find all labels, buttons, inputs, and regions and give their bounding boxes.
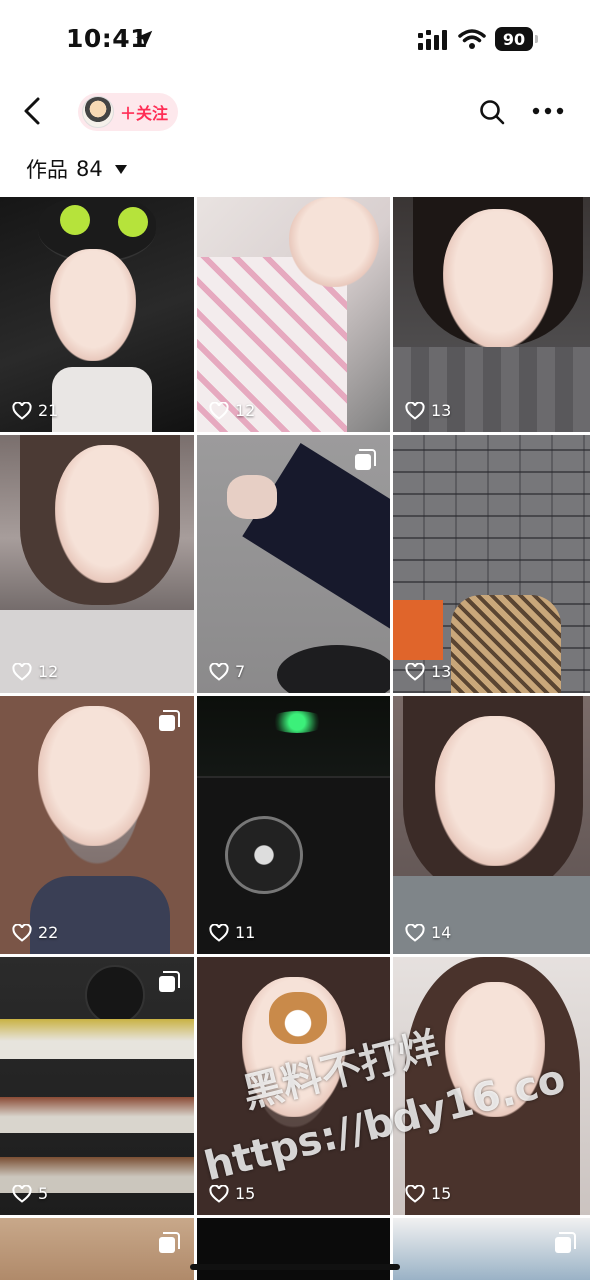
works-count: 84 [76,157,103,181]
avatar [82,96,114,128]
video-tile[interactable] [197,1218,390,1280]
top-nav: ＋关注 [0,86,590,138]
follow-label: ＋关注 [120,104,169,123]
battery-indicator: 90 [495,27,541,51]
video-tile[interactable]: 7 [197,435,390,693]
like-number: 12 [235,401,256,420]
dropdown-caret-icon [114,164,127,174]
multi-image-icon [355,449,376,470]
like-number: 13 [431,401,452,420]
face [38,706,150,846]
heart-icon [405,401,425,420]
like-number: 21 [38,401,59,420]
like-number: 15 [235,1184,256,1203]
heart-icon [209,401,229,420]
heart-icon [12,923,32,942]
like-count: 11 [209,923,255,942]
cat-eye-right [118,207,148,237]
video-tile[interactable] [393,1218,590,1280]
face [443,209,553,349]
heart-icon [405,1184,425,1203]
multi-image-icon [159,971,180,992]
shelf-1 [0,1019,194,1059]
like-number: 22 [38,923,59,942]
like-number: 7 [235,662,246,681]
works-filter[interactable]: 作品 84 [26,154,127,184]
back-arrow-icon[interactable] [20,96,46,126]
like-number: 12 [38,662,59,681]
home-indicator [190,1264,400,1270]
like-number: 13 [431,662,452,681]
sweater [393,876,590,954]
hand [227,475,277,519]
speedometer [225,816,303,894]
face [50,249,136,361]
video-tile[interactable]: 22 [0,696,194,954]
shoe [277,645,390,693]
like-count: 15 [405,1184,451,1203]
status-bar: 10:41 90 [0,0,590,80]
like-count: 12 [12,662,58,681]
battery-level: 90 [495,27,533,51]
video-tile[interactable]: 12 [0,435,194,693]
video-tile[interactable]: 21 [0,197,194,432]
like-count: 13 [405,401,451,420]
legs [451,595,561,693]
works-label: 作品 [26,158,68,182]
like-count: 13 [405,662,451,681]
shelf-2 [0,1097,194,1133]
like-count: 21 [12,401,58,420]
like-count: 5 [12,1184,48,1203]
video-tile[interactable]: 14 [393,696,590,954]
heart-icon [12,401,32,420]
like-count: 7 [209,662,245,681]
cellular-signal-icon [418,30,447,50]
face [435,716,555,866]
video-tile[interactable]: 5 [0,957,194,1215]
heart-icon [209,662,229,681]
multi-image-icon [555,1232,576,1253]
video-tile[interactable]: 13 [393,435,590,693]
shirt [30,876,170,954]
wifi-icon [458,29,486,49]
like-count: 22 [12,923,58,942]
video-tile[interactable] [0,1218,194,1280]
location-arrow-icon [135,30,153,48]
multi-image-icon [159,710,180,731]
dog-filter [269,992,327,1044]
video-tile[interactable]: 12 [197,197,390,432]
more-options-icon[interactable] [532,106,564,116]
battery-tip [535,35,538,43]
heart-icon [12,662,32,681]
cabinet-fan [85,965,145,1025]
like-count: 12 [209,401,255,420]
heart-icon [12,1184,32,1203]
cat-eye-left [60,205,90,235]
multi-image-icon [159,1232,180,1253]
heart-icon [405,923,425,942]
like-number: 14 [431,923,452,942]
green-lights [267,711,327,733]
like-count: 14 [405,923,451,942]
like-number: 5 [38,1184,49,1203]
video-tile[interactable]: 11 [197,696,390,954]
like-number: 11 [235,923,256,942]
sleeve [242,443,390,637]
follow-button[interactable]: ＋关注 [78,93,178,131]
heart-icon [209,923,229,942]
shirt [52,367,152,432]
like-number: 15 [431,1184,452,1203]
face [289,197,379,287]
video-tile[interactable]: 13 [393,197,590,432]
face [55,445,159,583]
orange-box [393,600,443,660]
heart-icon [405,662,425,681]
search-icon[interactable] [478,98,506,126]
